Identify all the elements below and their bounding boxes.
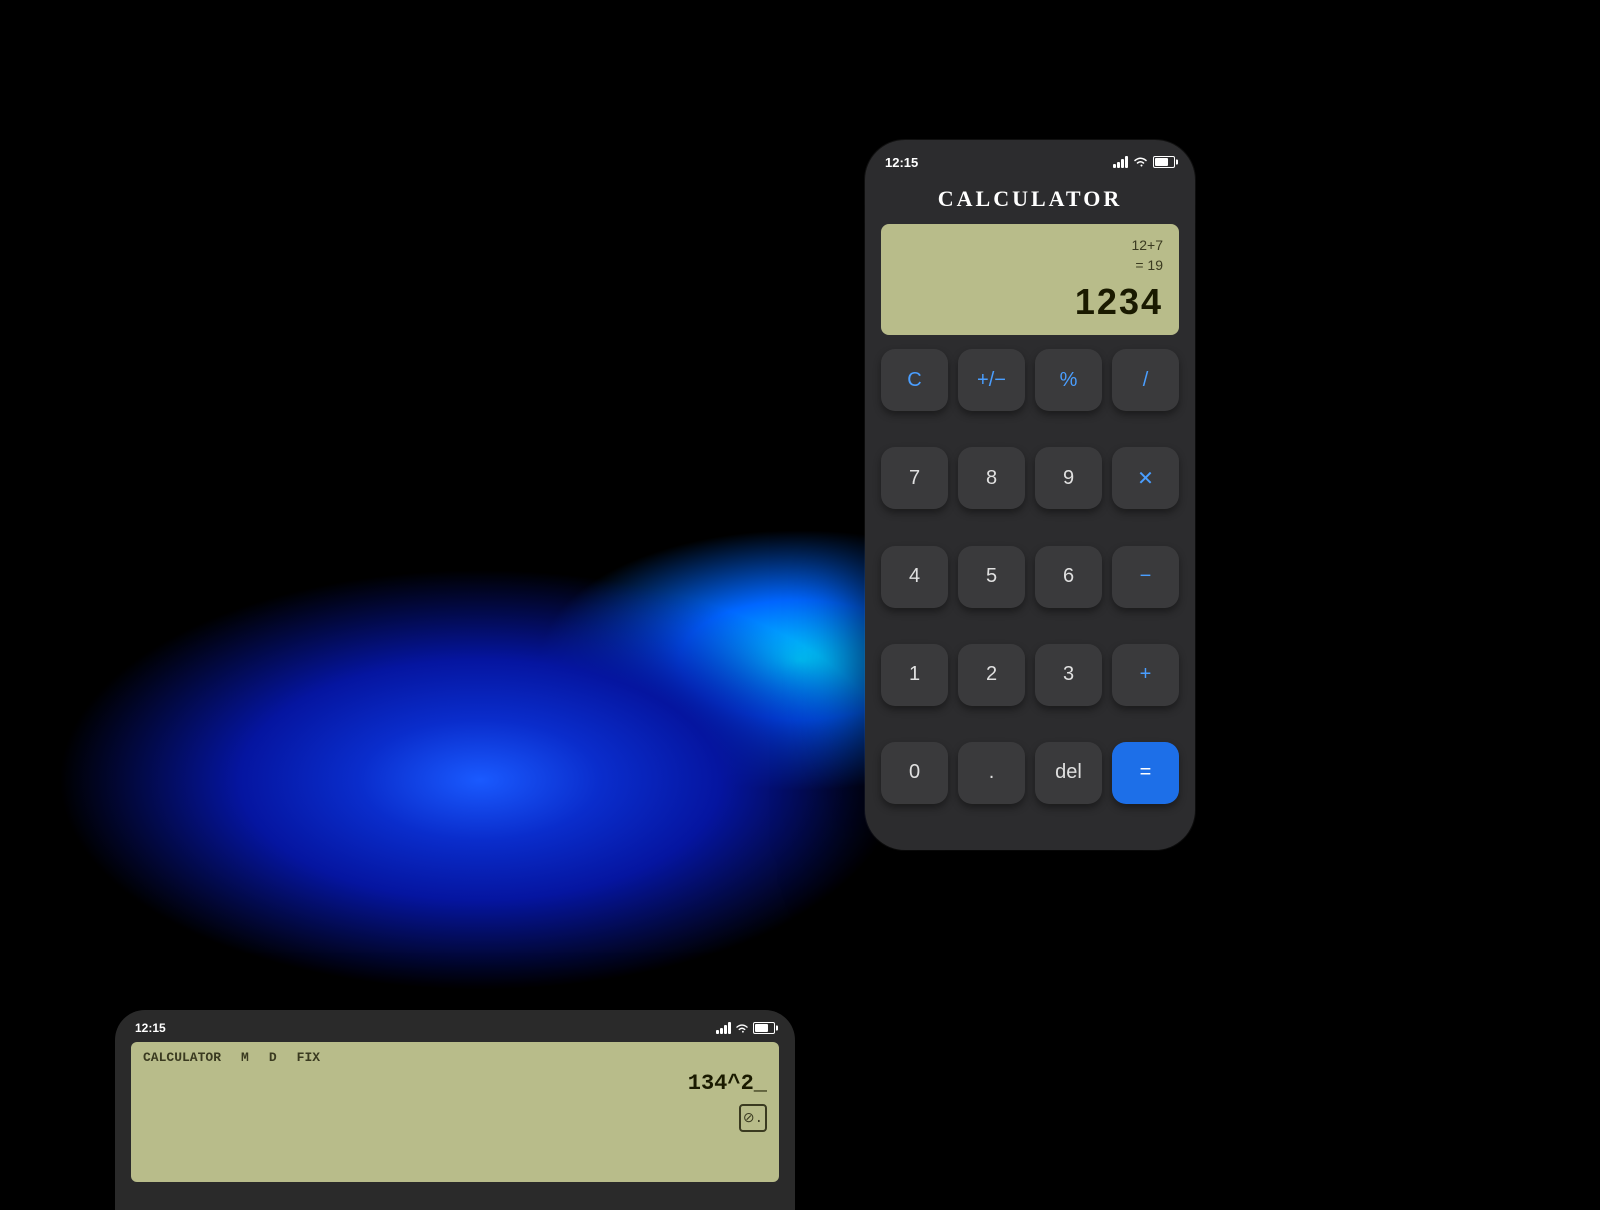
- button-del[interactable]: del: [1035, 742, 1102, 804]
- battery-icon-sec: [753, 1022, 775, 1034]
- button-0[interactable]: 0: [881, 742, 948, 804]
- button-c[interactable]: C: [881, 349, 948, 411]
- status-bar-main: 12:15: [865, 140, 1195, 178]
- wifi-icon: [1133, 156, 1148, 168]
- button-percent[interactable]: %: [1035, 349, 1102, 411]
- phone-secondary: 12:15 CALCULATOR M D FIX 134^2_ ⊘.: [115, 1010, 795, 1210]
- wifi-icon-sec: [735, 1023, 749, 1034]
- signal-icon-sec: [716, 1022, 731, 1034]
- button-plus-minus[interactable]: +/−: [958, 349, 1025, 411]
- button-7[interactable]: 7: [881, 447, 948, 509]
- secondary-display-icon-area: ⊘.: [143, 1104, 767, 1132]
- sec-label-calculator: CALCULATOR: [143, 1050, 221, 1065]
- app-title: CALCULATOR: [865, 178, 1195, 224]
- sec-label-fix: FIX: [297, 1050, 320, 1065]
- secondary-display-labels: CALCULATOR M D FIX: [143, 1050, 767, 1071]
- status-icons-secondary: [716, 1022, 775, 1034]
- calculator-display: 12+7 = 19 1234: [881, 224, 1179, 335]
- sec-label-m: M: [241, 1050, 249, 1065]
- button-9[interactable]: 9: [1035, 447, 1102, 509]
- button-3[interactable]: 3: [1035, 644, 1102, 706]
- secondary-calculator-display: CALCULATOR M D FIX 134^2_ ⊘.: [131, 1042, 779, 1182]
- status-time-secondary: 12:15: [135, 1021, 166, 1035]
- display-history: 12+7 = 19: [897, 236, 1163, 275]
- button-equals[interactable]: =: [1112, 742, 1179, 804]
- signal-icon: [1113, 156, 1128, 168]
- history-line1: 12+7: [897, 236, 1163, 256]
- button-divide[interactable]: /: [1112, 349, 1179, 411]
- button-8[interactable]: 8: [958, 447, 1025, 509]
- battery-icon: [1153, 156, 1175, 168]
- history-line2: = 19: [897, 256, 1163, 276]
- button-5[interactable]: 5: [958, 546, 1025, 608]
- button-decimal[interactable]: .: [958, 742, 1025, 804]
- button-4[interactable]: 4: [881, 546, 948, 608]
- button-add[interactable]: +: [1112, 644, 1179, 706]
- button-grid: C +/− % / 7 8 9 ✕ 4 5 6 − 1 2 3 + 0 . de…: [865, 349, 1195, 850]
- button-6[interactable]: 6: [1035, 546, 1102, 608]
- status-bar-secondary: 12:15: [115, 1010, 795, 1042]
- status-time-main: 12:15: [885, 155, 918, 170]
- corner-icon: ⊘.: [739, 1104, 767, 1132]
- button-1[interactable]: 1: [881, 644, 948, 706]
- phone-main: 12:15 CALCULATOR 12+7 = 19 1234: [865, 140, 1195, 850]
- button-2[interactable]: 2: [958, 644, 1025, 706]
- display-current-value: 1234: [897, 281, 1163, 323]
- button-multiply[interactable]: ✕: [1112, 447, 1179, 509]
- status-icons-main: [1113, 156, 1175, 168]
- sec-label-d: D: [269, 1050, 277, 1065]
- secondary-display-expression: 134^2_: [143, 1071, 767, 1096]
- button-subtract[interactable]: −: [1112, 546, 1179, 608]
